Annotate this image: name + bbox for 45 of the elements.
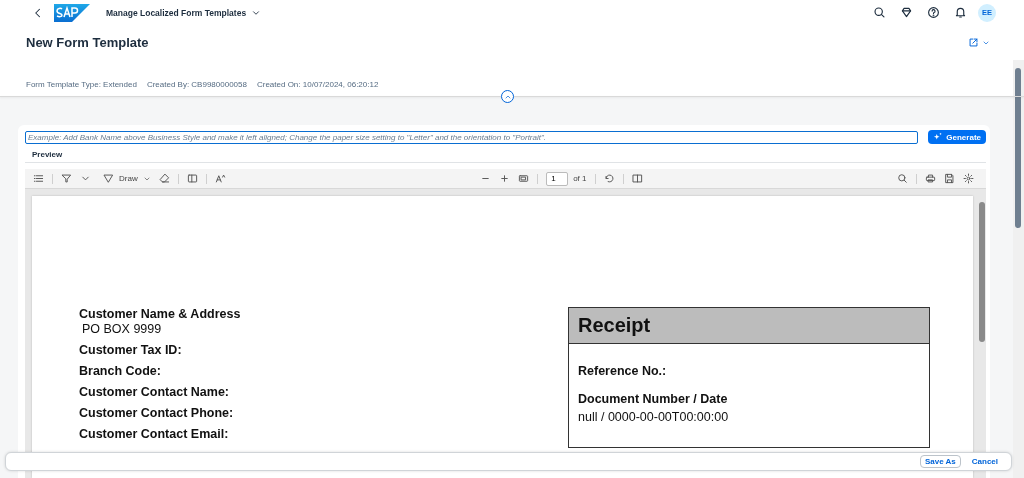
save-as-button[interactable]: Save As <box>919 455 961 468</box>
field-label: Branch Code: <box>79 364 162 378</box>
split-view-icon[interactable] <box>631 173 643 184</box>
header-attribute: Form Template Type: Extended <box>26 80 137 89</box>
share-icon <box>968 37 979 48</box>
section-label: Preview <box>25 144 986 163</box>
save-icon[interactable] <box>944 173 955 184</box>
search-icon[interactable] <box>897 173 908 184</box>
draw-tool-button[interactable]: Draw <box>99 173 151 184</box>
field-label: Document Number / Date <box>578 392 729 406</box>
field-label: Customer Contact Name: <box>79 385 231 399</box>
receipt-title: Receipt <box>569 308 929 344</box>
header-attribute: Created On: 10/07/2024, 06:20:12 <box>256 80 379 89</box>
scrollbar-thumb[interactable] <box>979 202 985 342</box>
logo-icon <box>54 3 90 22</box>
header-attribute: Created By: CB9980000058 <box>146 80 247 89</box>
page-title: New Form Template <box>26 35 150 50</box>
field-label: Customer Contact Email: <box>79 427 230 441</box>
scrollbar-thumb[interactable] <box>1015 68 1021 228</box>
help-icon[interactable] <box>927 6 940 19</box>
page-number-field[interactable]: 1 <box>546 171 569 186</box>
field-label: Customer Contact Phone: <box>79 406 235 420</box>
field-value: null / 0000-00-00T00:00:00 <box>578 410 730 424</box>
sidebar-icon[interactable] <box>186 173 198 184</box>
notification-icon[interactable] <box>954 6 967 19</box>
prompt-input-field[interactable]: Example: Add Bank Name above Business Style and make it left aligned; Change the paper size setting to "Letter" and the orientation to "Portrait". <box>25 130 919 144</box>
page-count: of 1 <box>573 174 587 183</box>
search-icon[interactable] <box>873 6 886 19</box>
eraser-icon[interactable] <box>158 173 170 184</box>
field-label: Customer Tax ID: <box>79 343 183 357</box>
field-label: Reference No.: <box>578 364 668 378</box>
rotate-icon[interactable] <box>603 173 615 184</box>
print-icon[interactable] <box>925 173 936 184</box>
text-size-icon[interactable] <box>214 173 226 184</box>
field-label: Customer Name & Address <box>79 307 241 321</box>
diamond-icon[interactable] <box>900 6 913 19</box>
list-icon[interactable] <box>33 173 44 184</box>
cancel-button[interactable]: Cancel <box>966 455 1003 468</box>
app-title-menu[interactable]: Manage Localized Form Templates <box>106 7 262 18</box>
field-value: PO BOX 9999 <box>81 322 163 336</box>
generate-button[interactable]: Generate <box>928 130 986 144</box>
fit-page-icon[interactable] <box>518 173 530 184</box>
share-menu-button[interactable] <box>968 37 990 48</box>
sparkle-icon <box>933 132 944 142</box>
zoom-in-icon[interactable] <box>499 173 511 184</box>
